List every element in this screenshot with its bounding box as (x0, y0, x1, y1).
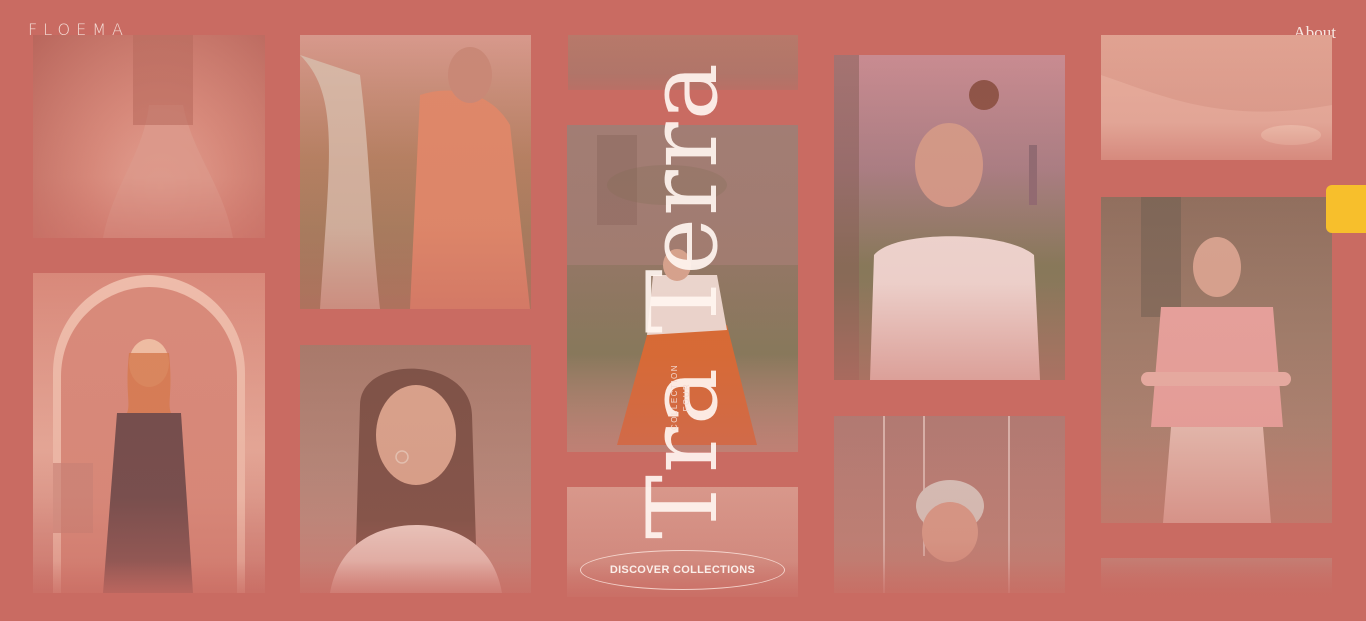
photo-elder-woman[interactable] (834, 416, 1065, 593)
side-tab[interactable] (1326, 185, 1366, 233)
hands-fabric-illustration (1101, 75, 1332, 160)
collection-label-line2: FOUR (682, 382, 691, 412)
photo-women-hillside[interactable] (300, 35, 531, 309)
photo-bottom-right-strip[interactable] (1101, 558, 1332, 598)
white-tee-illustration (834, 55, 1040, 380)
shoulders-illustration (103, 35, 233, 238)
discover-collections-button[interactable]: DISCOVER COLLECTIONS (580, 550, 785, 590)
photo-shoulders[interactable] (33, 35, 265, 238)
collection-label-line1: COLLECTION (670, 363, 679, 431)
photo-woman-portrait[interactable] (300, 345, 531, 593)
pink-shirt-illustration (1141, 197, 1291, 523)
photo-woman-arch-doorway[interactable] (33, 273, 265, 593)
collection-title: Tra Terra (627, 60, 739, 540)
hillside-illustration (300, 47, 530, 309)
photo-hands-fabric[interactable] (1101, 35, 1332, 160)
arch-illustration (53, 275, 245, 593)
portrait-illustration (330, 368, 502, 593)
photo-woman-pink-shirt[interactable] (1101, 197, 1332, 523)
photo-woman-white-tee[interactable] (834, 55, 1065, 380)
elder-woman-illustration (883, 416, 1010, 593)
collection-number-label: COLLECTION FOUR (669, 364, 693, 430)
